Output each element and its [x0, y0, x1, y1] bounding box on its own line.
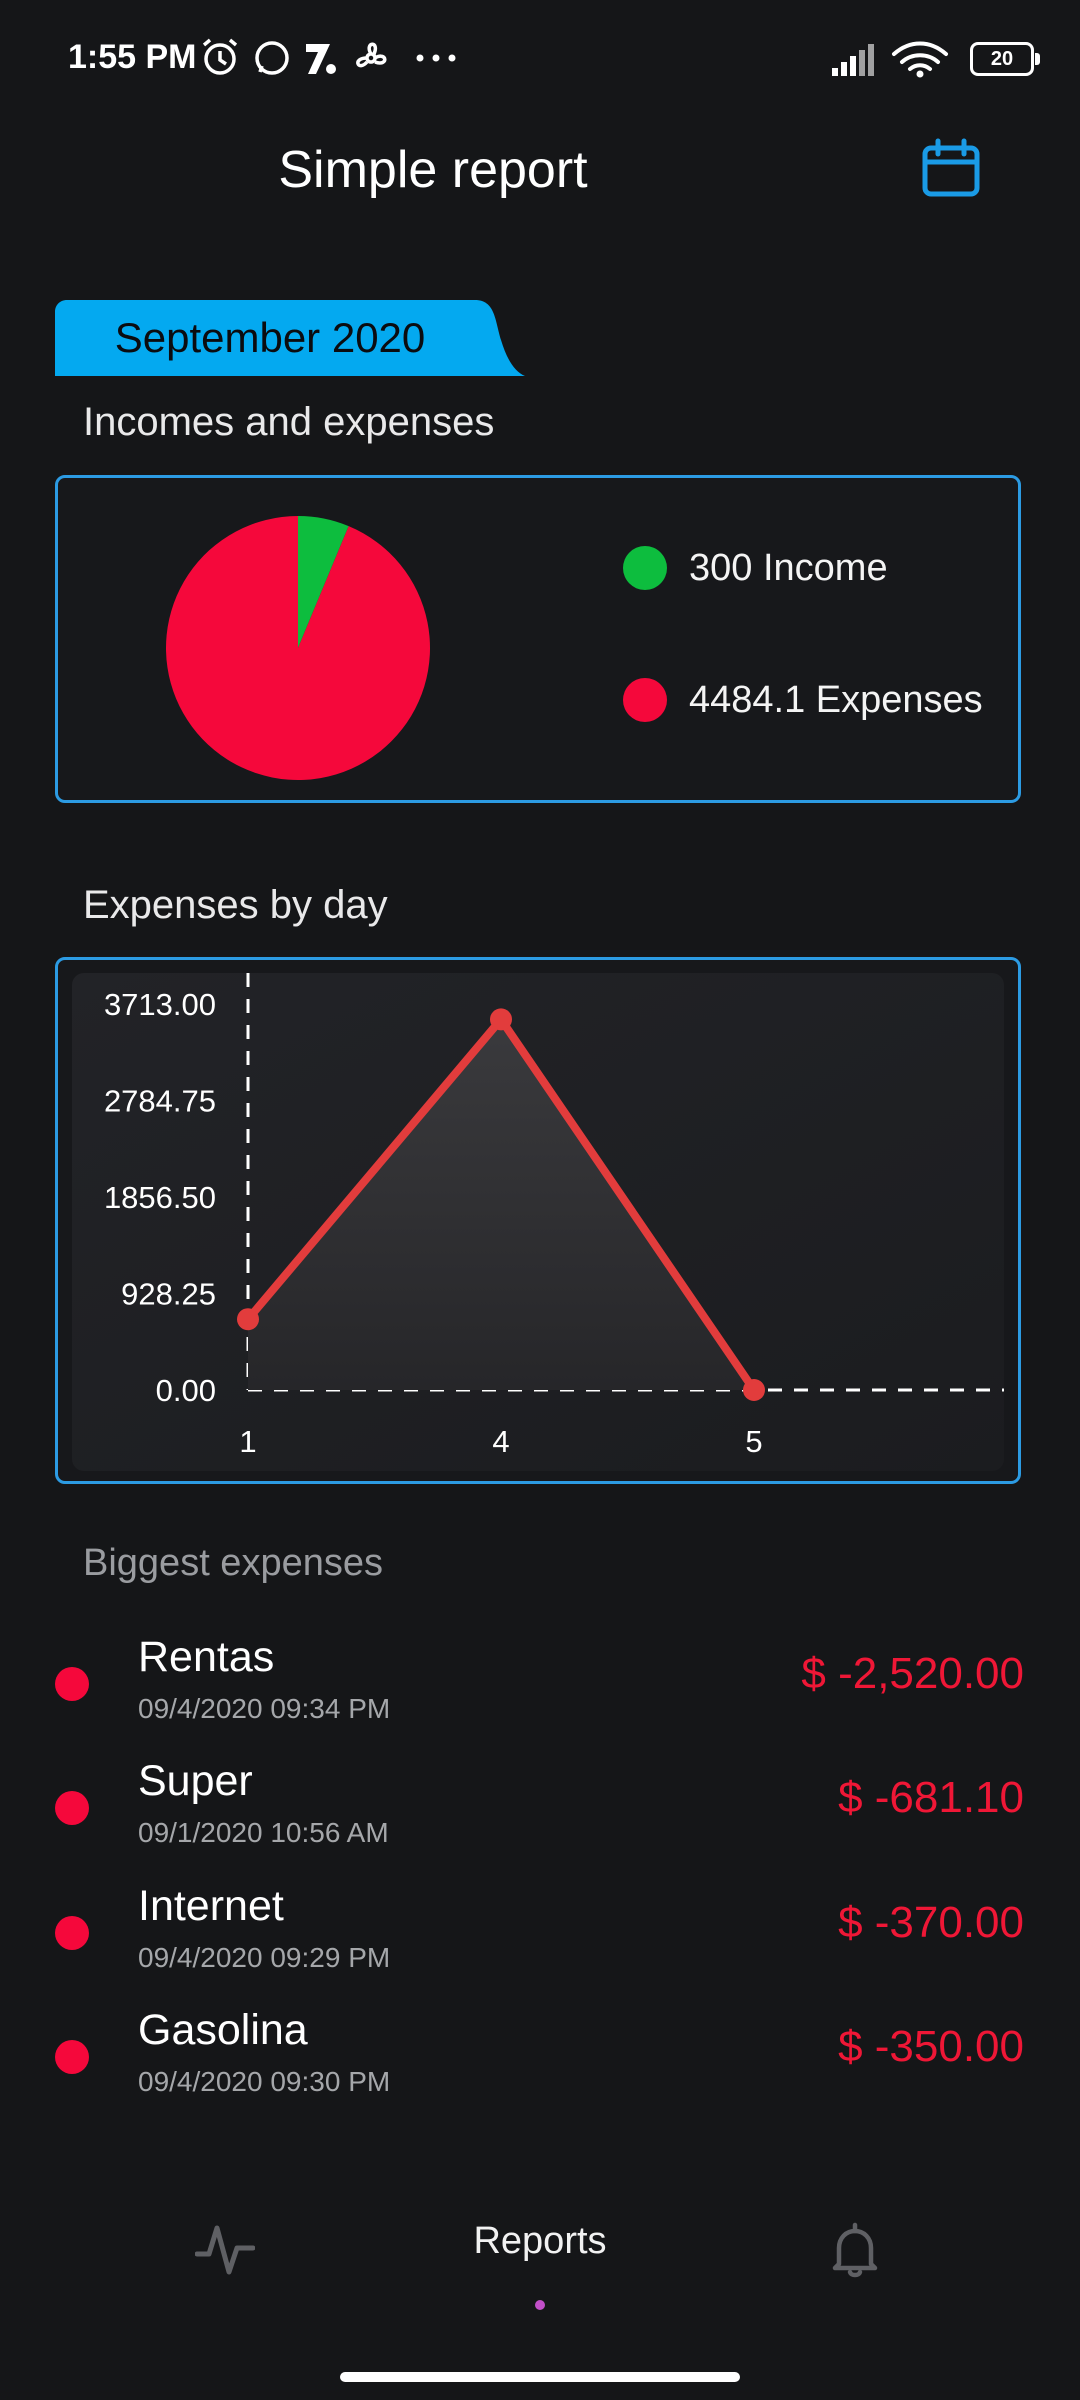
app-icon: [306, 44, 336, 74]
y-tick-label: 0.00: [156, 1373, 216, 1408]
home-indicator[interactable]: [340, 2372, 740, 2382]
legend-label-income: 300 Income: [689, 546, 888, 589]
fan-icon: [356, 42, 387, 68]
wifi-icon: [892, 41, 948, 71]
expense-indicator-dot: [55, 2040, 89, 2074]
alarm-icon: [202, 38, 238, 75]
expense-name: Super: [138, 1757, 253, 1805]
expense-name: Gasolina: [138, 2006, 308, 2054]
expense-name: Rentas: [138, 1633, 275, 1681]
daily-section-title: Expenses by day: [83, 883, 388, 927]
bell-icon[interactable]: [825, 2220, 885, 2280]
expense-indicator-dot: [55, 1916, 89, 1950]
daily-expenses-chart: 3713.00 2784.75 1856.50 928.25 0.00 1 4 5: [72, 973, 1004, 1471]
incomes-section-title: Incomes and expenses: [83, 400, 495, 444]
income-expense-pie-chart: [166, 516, 431, 780]
status-notification-icons: [202, 38, 456, 75]
x-tick-label: 4: [492, 1424, 509, 1459]
expense-date: 09/4/2020 09:29 PM: [138, 1942, 391, 1973]
expense-indicator-dot: [55, 1791, 89, 1825]
whatsapp-icon: [255, 41, 289, 75]
expense-amount: $ -2,520.00: [801, 1649, 1024, 1698]
expense-name: Internet: [138, 1882, 284, 1930]
legend-item-income: 300 Income: [623, 543, 888, 593]
month-label: September 2020: [114, 314, 426, 361]
biggest-expenses-title: Biggest expenses: [83, 1542, 383, 1584]
pie-slice-expenses: [166, 516, 431, 780]
nav-reports-tab[interactable]: Reports: [450, 2220, 630, 2263]
activity-icon[interactable]: [195, 2220, 255, 2280]
expense-date: 09/1/2020 10:56 AM: [138, 1817, 389, 1848]
data-point-day-4: [490, 1008, 512, 1031]
expense-date: 09/4/2020 09:30 PM: [138, 2066, 391, 2097]
data-point-day-1: [237, 1308, 259, 1331]
status-time: 1:55 PM: [68, 38, 197, 76]
legend-label-expenses: 4484.1 Expenses: [689, 678, 983, 721]
legend-item-expenses: 4484.1 Expenses: [623, 675, 983, 725]
bottom-navigation: Reports: [0, 2170, 1080, 2350]
y-tick-label: 1856.50: [104, 1180, 216, 1215]
calendar-icon[interactable]: [920, 138, 982, 200]
daily-expenses-card: 3713.00 2784.75 1856.50 928.25 0.00 1 4 5: [55, 957, 1021, 1484]
expense-date: 09/4/2020 09:34 PM: [138, 1693, 391, 1724]
active-tab-indicator: [535, 2300, 545, 2310]
x-tick-label: 5: [745, 1424, 762, 1459]
page-title: Simple report: [278, 141, 588, 199]
y-tick-label: 2784.75: [104, 1084, 216, 1119]
battery-icon: 20: [970, 42, 1040, 76]
expense-indicator-dot: [55, 1667, 89, 1701]
nav-reports-label: Reports: [473, 2220, 607, 2262]
expense-item[interactable]: Rentas 09/4/2020 09:34 PM $ -2,520.00: [0, 1625, 1080, 1735]
status-system-icons: 20: [830, 34, 1040, 80]
data-point-day-5: [743, 1379, 765, 1401]
legend-swatch-income: [623, 546, 667, 590]
y-tick-label: 3713.00: [104, 987, 216, 1022]
incomes-card: 300 Income 4484.1 Expenses: [55, 475, 1021, 803]
signal-icon: [832, 44, 874, 76]
legend-swatch-expenses: [623, 678, 667, 722]
x-tick-label: 1: [239, 1424, 256, 1459]
expense-amount: $ -681.10: [838, 1773, 1024, 1822]
expense-item[interactable]: Super 09/1/2020 10:56 AM $ -681.10: [0, 1749, 1080, 1859]
expense-amount: $ -350.00: [838, 2022, 1024, 2071]
more-dots-icon: [416, 54, 456, 62]
month-selector[interactable]: September 2020: [55, 300, 525, 376]
y-tick-label: 928.25: [121, 1277, 216, 1312]
expense-item[interactable]: Gasolina 09/4/2020 09:30 PM $ -350.00: [0, 1998, 1080, 2108]
expense-item[interactable]: Internet 09/4/2020 09:29 PM $ -370.00: [0, 1874, 1080, 1984]
status-bar: 1:55 PM 20: [0, 0, 1080, 120]
expense-amount: $ -370.00: [838, 1898, 1024, 1947]
